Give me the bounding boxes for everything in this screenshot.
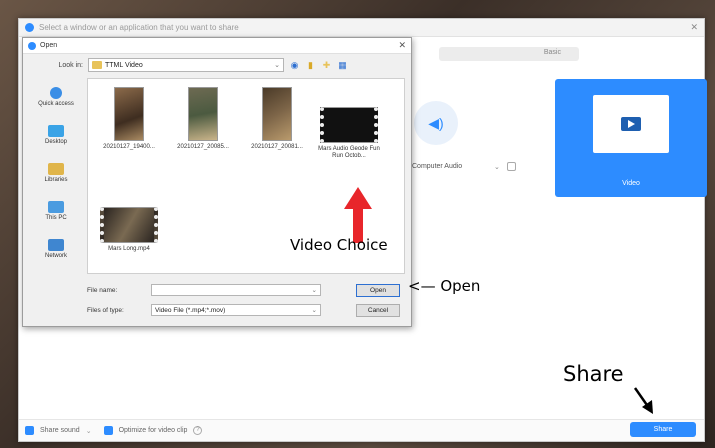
- place-label: Quick access: [38, 101, 74, 107]
- video-thumbnail: [188, 87, 218, 141]
- places-bar: Quick access Desktop Libraries This PC N…: [29, 80, 83, 270]
- place-label: Desktop: [44, 139, 67, 145]
- look-in-label: Look in:: [58, 61, 83, 69]
- share-button[interactable]: Share: [630, 422, 696, 437]
- optimize-video-checkbox[interactable]: [103, 426, 113, 435]
- speaker-icon[interactable]: ◀): [414, 101, 458, 145]
- view-menu-icon[interactable]: ▦: [337, 60, 348, 71]
- black-arrow-annotation: [633, 387, 653, 414]
- look-in-value: TTML Video: [105, 61, 143, 69]
- app-icon: [28, 41, 36, 50]
- info-icon[interactable]: ?: [193, 426, 203, 435]
- share-window-title: Select a window or an application that y…: [39, 23, 239, 32]
- file-name: 20210127_20081...: [251, 144, 303, 150]
- file-type-select[interactable]: Video File (*.mp4;*.mov) ⌄: [151, 304, 321, 316]
- share-window-titlebar: Select a window or an application that y…: [19, 19, 704, 37]
- file-name-row: File name: ⌄: [87, 284, 321, 296]
- file-item[interactable]: Mars Audio Geode Fun Run Octob...: [314, 107, 384, 160]
- place-desktop[interactable]: Desktop: [29, 118, 83, 152]
- close-icon[interactable]: ✕: [398, 40, 406, 51]
- file-item[interactable]: 20210127_20081...: [242, 87, 312, 151]
- file-name: Mars Long.mp4: [108, 246, 150, 252]
- app-icon: [25, 23, 34, 32]
- place-label: Network: [44, 253, 67, 259]
- chevron-down-icon[interactable]: ⌄: [86, 427, 92, 435]
- share-bottom-bar: Share sound ⌄ Optimize for video clip ?: [19, 419, 704, 441]
- video-thumbnail: [100, 207, 158, 243]
- video-choice-annotation: Video Choice: [290, 236, 388, 254]
- video-tile-preview: [593, 95, 669, 153]
- look-in-row: Look in: TTML Video ⌄ ◉ ▮ ✚ ▦: [31, 58, 348, 72]
- place-label: This PC: [45, 215, 67, 221]
- video-tile-label: Video: [622, 180, 640, 187]
- video-share-tile[interactable]: Video: [555, 79, 707, 197]
- red-arrow-annotation: [344, 187, 372, 243]
- open-file-dialog: Open ✕ Look in: TTML Video ⌄ ◉ ▮ ✚ ▦ Qui…: [22, 37, 412, 327]
- file-item[interactable]: 20210127_20085...: [168, 87, 238, 151]
- file-type-label: Files of type:: [87, 306, 124, 314]
- libraries-icon: [48, 163, 64, 175]
- dialog-cancel-button[interactable]: Cancel: [356, 304, 400, 317]
- share-sound-label[interactable]: Share sound: [40, 427, 80, 434]
- chevron-down-icon: ⌄: [274, 62, 280, 69]
- share-sound-checkbox[interactable]: [25, 426, 34, 435]
- video-thumbnail: [320, 107, 378, 143]
- file-name: 20210127_19400...: [103, 144, 155, 150]
- tab-basic[interactable]: Basic: [544, 49, 561, 56]
- file-name-input[interactable]: ⌄: [151, 284, 321, 296]
- file-name-label: File name:: [87, 286, 118, 294]
- look-in-select[interactable]: TTML Video ⌄: [88, 58, 284, 72]
- up-folder-icon[interactable]: ▮: [305, 60, 316, 71]
- place-this-pc[interactable]: This PC: [29, 194, 83, 228]
- new-folder-icon[interactable]: ✚: [321, 60, 332, 71]
- network-icon: [48, 239, 64, 251]
- dialog-open-button[interactable]: Open: [356, 284, 400, 297]
- place-label: Libraries: [44, 177, 68, 183]
- star-icon: [50, 87, 62, 99]
- place-quick-access[interactable]: Quick access: [29, 80, 83, 114]
- desktop-icon: [48, 125, 64, 137]
- dialog-title: Open: [40, 42, 58, 49]
- tab-strip: Basic: [439, 47, 579, 61]
- file-item[interactable]: Mars Long.mp4: [94, 207, 164, 253]
- optimize-video-label[interactable]: Optimize for video clip: [119, 427, 188, 434]
- chevron-down-icon[interactable]: ⌄: [494, 163, 500, 171]
- file-name: Mars Audio Geode Fun Run Octob...: [318, 146, 380, 159]
- share-annotation: Share: [563, 362, 624, 386]
- file-item[interactable]: 20210127_19400...: [94, 87, 164, 151]
- computer-icon: [48, 201, 64, 213]
- file-name: 20210127_20085...: [177, 144, 229, 150]
- place-network[interactable]: Network: [29, 232, 83, 266]
- chevron-down-icon: ⌄: [311, 287, 317, 294]
- place-libraries[interactable]: Libraries: [29, 156, 83, 190]
- computer-audio-checkbox[interactable]: [507, 162, 516, 171]
- back-icon[interactable]: ◉: [289, 60, 300, 71]
- file-type-row: Files of type: Video File (*.mp4;*.mov) …: [87, 304, 321, 316]
- chevron-down-icon: ⌄: [311, 307, 317, 314]
- dialog-titlebar: Open ✕: [23, 38, 411, 54]
- close-icon[interactable]: ✕: [690, 22, 698, 33]
- video-icon: [621, 117, 641, 131]
- computer-audio-label[interactable]: Computer Audio: [412, 163, 462, 170]
- video-thumbnail: [114, 87, 144, 141]
- open-annotation: <— Open: [408, 277, 481, 295]
- video-thumbnail: [262, 87, 292, 141]
- file-type-value: Video File (*.mp4;*.mov): [155, 306, 226, 314]
- folder-icon: [92, 61, 102, 69]
